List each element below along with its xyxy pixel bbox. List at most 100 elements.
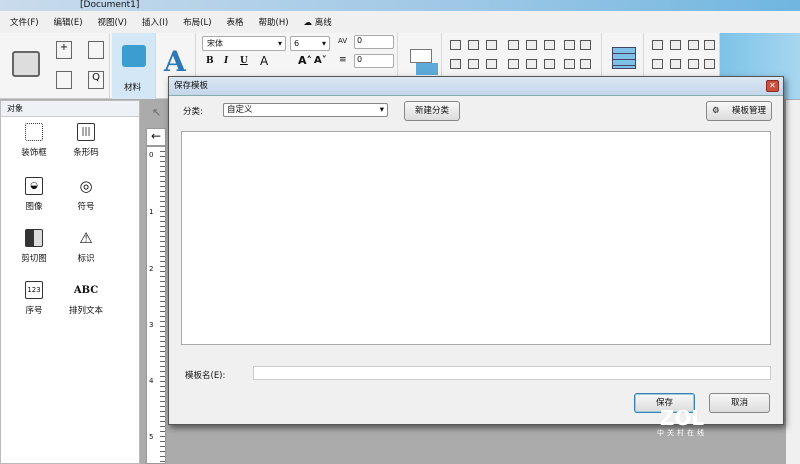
right-panel-edge bbox=[786, 100, 800, 464]
warning-sign-icon: ⚠ bbox=[79, 229, 93, 247]
template-name-input[interactable] bbox=[253, 366, 771, 380]
object-barcode[interactable]: ||| 条形码 bbox=[61, 123, 111, 158]
font-size-value: 6 bbox=[294, 39, 300, 48]
menu-view[interactable]: 视图(V) bbox=[98, 16, 127, 28]
object-symbol[interactable]: ◎ 符号 bbox=[61, 177, 111, 212]
serial-number-icon: 123 bbox=[25, 281, 43, 299]
object-arranged-text[interactable]: ABC 排列文本 bbox=[61, 281, 111, 317]
menu-insert[interactable]: 插入(I) bbox=[142, 16, 168, 28]
char-spacing-value: 0 bbox=[357, 36, 363, 45]
space-v-icon[interactable] bbox=[652, 59, 663, 69]
ruler-tick: 2 bbox=[149, 265, 154, 273]
expand-icon[interactable] bbox=[688, 59, 699, 69]
menu-edit[interactable]: 编辑(E) bbox=[54, 16, 83, 28]
chevron-down-icon: ▾ bbox=[321, 39, 326, 48]
menu-file[interactable]: 文件(F) bbox=[10, 16, 39, 28]
ruler-tick: 4 bbox=[149, 377, 154, 385]
new-category-button[interactable]: 新建分类 bbox=[404, 101, 460, 121]
align-middle-right-icon[interactable] bbox=[544, 40, 555, 50]
open-icon[interactable] bbox=[88, 41, 104, 59]
align-bottom-left-icon[interactable] bbox=[508, 59, 519, 69]
gear-icon: ⚙ bbox=[712, 106, 720, 116]
close-icon: ✕ bbox=[769, 81, 776, 90]
object-sign[interactable]: ⚠ 标识 bbox=[61, 229, 111, 264]
menu-offline[interactable]: ☁ 离线 bbox=[304, 16, 332, 28]
save-button[interactable]: 保存 bbox=[634, 393, 695, 413]
clipart-icon bbox=[25, 229, 43, 247]
template-list[interactable] bbox=[181, 131, 771, 345]
same-size-icon[interactable] bbox=[688, 40, 699, 50]
dialog-title-bar: 保存模板 bbox=[169, 77, 783, 96]
font-size-select[interactable]: 6 ▾ bbox=[290, 36, 330, 51]
close-button[interactable]: ✕ bbox=[766, 80, 779, 92]
font-color-button[interactable]: A bbox=[260, 54, 268, 68]
object-label: 排列文本 bbox=[68, 306, 103, 316]
window-title-bar: [Document1] bbox=[0, 0, 800, 11]
distribute-h-icon[interactable] bbox=[564, 40, 575, 50]
cancel-button[interactable]: 取消 bbox=[709, 393, 770, 413]
space-h-icon[interactable] bbox=[670, 59, 681, 69]
save-icon[interactable] bbox=[56, 71, 72, 89]
category-value: 自定义 bbox=[227, 105, 253, 115]
chevron-down-icon: ▾ bbox=[277, 39, 282, 48]
vertical-ruler: 0 1 2 3 4 5 bbox=[146, 146, 166, 464]
char-spacing-input[interactable]: 0 bbox=[354, 35, 394, 49]
category-select[interactable]: 自定义 ▾ bbox=[223, 103, 388, 117]
italic-button[interactable]: I bbox=[224, 56, 228, 66]
frame-icon bbox=[25, 123, 43, 141]
object-clipart[interactable]: 剪切图 bbox=[9, 229, 59, 264]
preview-icon[interactable]: Q bbox=[88, 71, 104, 89]
align-bottom-right-icon[interactable] bbox=[544, 59, 555, 69]
align-left-icon[interactable] bbox=[450, 59, 461, 69]
object-serial-number[interactable]: 123 序号 bbox=[9, 281, 59, 316]
object-frame[interactable]: 装饰框 bbox=[9, 123, 59, 158]
category-label: 分类: bbox=[183, 107, 203, 117]
pointer-tool-icon[interactable]: ↖ bbox=[152, 106, 161, 119]
save-label: 保存 bbox=[655, 398, 673, 408]
align-right-icon[interactable] bbox=[486, 59, 497, 69]
bold-button[interactable]: B bbox=[206, 56, 214, 66]
align-top-center-icon[interactable] bbox=[468, 40, 479, 50]
same-height-icon[interactable] bbox=[670, 40, 681, 50]
print-button[interactable] bbox=[12, 51, 40, 77]
bring-front-icon[interactable] bbox=[564, 59, 575, 69]
objects-panel: 对象 装饰框 ||| 条形码 ◒ 图像 ◎ 符号 剪切图 ⚠ 标识 123 序号 ABC 排… bbox=[0, 100, 140, 464]
align-middle-icon[interactable] bbox=[526, 40, 537, 50]
grow-font-icon[interactable]: A˄ bbox=[298, 54, 312, 67]
align-top-right-icon[interactable] bbox=[486, 40, 497, 50]
manage-templates-button[interactable]: ⚙ 模板管理 bbox=[706, 101, 772, 121]
new-category-label: 新建分类 bbox=[414, 106, 449, 116]
object-label: 图像 bbox=[25, 202, 43, 212]
object-image[interactable]: ◒ 图像 bbox=[9, 177, 59, 212]
object-label: 符号 bbox=[77, 202, 95, 212]
align-middle-left-icon[interactable] bbox=[508, 40, 519, 50]
line-spacing-value: 0 bbox=[357, 55, 363, 64]
align-center-icon[interactable] bbox=[468, 59, 479, 69]
material-button[interactable]: 材料 bbox=[112, 33, 156, 99]
object-label: 标识 bbox=[77, 254, 95, 264]
line-spacing-input[interactable]: 0 bbox=[354, 54, 394, 68]
underline-button[interactable]: U bbox=[240, 56, 248, 66]
template-name-label: 模板名(E): bbox=[185, 371, 226, 381]
dialog-title: 保存模板 bbox=[174, 81, 209, 91]
object-label: 条形码 bbox=[73, 148, 99, 158]
menu-table[interactable]: 表格 bbox=[227, 16, 244, 28]
distribute-v-icon[interactable] bbox=[580, 40, 591, 50]
chevron-down-icon: ▾ bbox=[379, 105, 384, 115]
menu-help[interactable]: 帮助(H) bbox=[259, 16, 289, 28]
ruler-tick: 0 bbox=[149, 151, 154, 159]
align-bottom-icon[interactable] bbox=[526, 59, 537, 69]
same-width-icon[interactable] bbox=[652, 40, 663, 50]
shrink-font-icon[interactable]: A˅ bbox=[314, 55, 327, 66]
send-back-icon[interactable] bbox=[580, 59, 591, 69]
size-icon[interactable] bbox=[704, 40, 715, 50]
objects-panel-title: 对象 bbox=[1, 101, 139, 117]
back-arrow-icon[interactable]: ← bbox=[146, 128, 166, 146]
image-icon: ◒ bbox=[25, 177, 43, 195]
shrink-icon[interactable] bbox=[704, 59, 715, 69]
font-family-select[interactable]: 宋体 ▾ bbox=[202, 36, 286, 51]
save-template-dialog: 保存模板 ✕ 分类: 自定义 ▾ 新建分类 ⚙ 模板管理 模板名(E): 保存 取消 bbox=[168, 76, 784, 425]
new-doc-icon[interactable]: + bbox=[56, 41, 72, 59]
menu-layout[interactable]: 布局(L) bbox=[183, 16, 211, 28]
align-top-left-icon[interactable] bbox=[450, 40, 461, 50]
